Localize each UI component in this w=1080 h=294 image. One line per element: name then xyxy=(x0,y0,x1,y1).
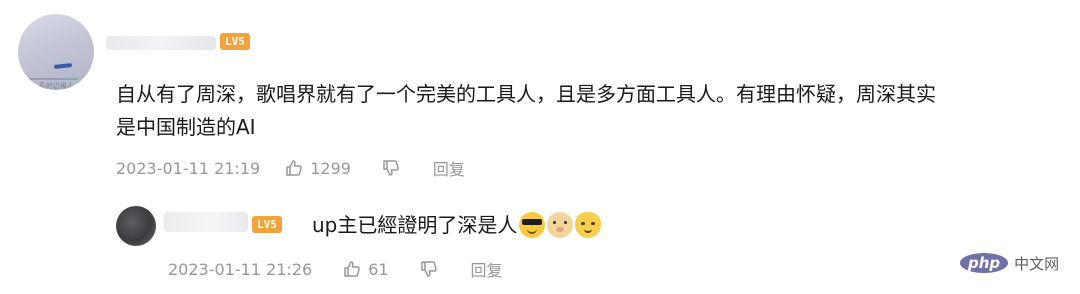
username-blurred[interactable] xyxy=(106,36,216,50)
reply-reply-button[interactable]: 回复 xyxy=(471,257,503,281)
reply-meta: 2023-01-11 21:26 61 回复 xyxy=(168,257,503,281)
user-avatar[interactable]: ...系的边缘人 xyxy=(18,14,94,90)
reply-text: up主已經證明了深是人 xyxy=(312,213,518,237)
cat-face-emoji xyxy=(575,212,602,238)
reply-dislike-button[interactable] xyxy=(419,259,439,279)
reply-like-count: 61 xyxy=(368,259,389,279)
watermark-logo: php xyxy=(960,253,1009,273)
doge-emoji xyxy=(547,212,574,238)
dislike-button[interactable] xyxy=(381,158,401,178)
reply-button[interactable]: 回复 xyxy=(433,156,465,180)
watermark-text: 中文网 xyxy=(1014,254,1060,273)
site-watermark: php 中文网 xyxy=(960,250,1059,276)
reply-like-button[interactable]: 61 xyxy=(342,259,389,279)
avatar-caption: ...系的边缘人 xyxy=(32,82,74,90)
reply-username-blurred[interactable] xyxy=(164,212,248,232)
reply-user-level-badge: LV5 xyxy=(252,216,282,233)
comment-text-line-1: 自从有了周深，歌唱界就有了一个完美的工具人，且是多方面工具人。有理由怀疑，周深其… xyxy=(116,82,936,106)
like-count: 1299 xyxy=(310,158,351,178)
reply-user-avatar[interactable] xyxy=(116,206,156,246)
reply-content: up主已經證明了深是人 xyxy=(312,210,602,240)
user-level-badge: LV5 xyxy=(220,33,250,50)
cool-face-emoji xyxy=(519,212,546,238)
comment-text-line-2: 是中国制造的AI xyxy=(116,115,256,139)
thumbs-down-icon xyxy=(420,261,437,277)
comment-timestamp: 2023-01-11 21:19 xyxy=(116,158,261,178)
comment-meta: 2023-01-11 21:19 1299 回复 xyxy=(116,156,465,180)
like-button[interactable]: 1299 xyxy=(284,158,351,178)
thumbs-down-icon xyxy=(383,160,399,176)
thumbs-up-icon xyxy=(286,160,303,176)
reply-timestamp: 2023-01-11 21:26 xyxy=(168,259,313,279)
thumbs-up-icon xyxy=(344,261,361,277)
comment-text: 自从有了周深，歌唱界就有了一个完美的工具人，且是多方面工具人。有理由怀疑，周深其… xyxy=(116,78,1066,144)
